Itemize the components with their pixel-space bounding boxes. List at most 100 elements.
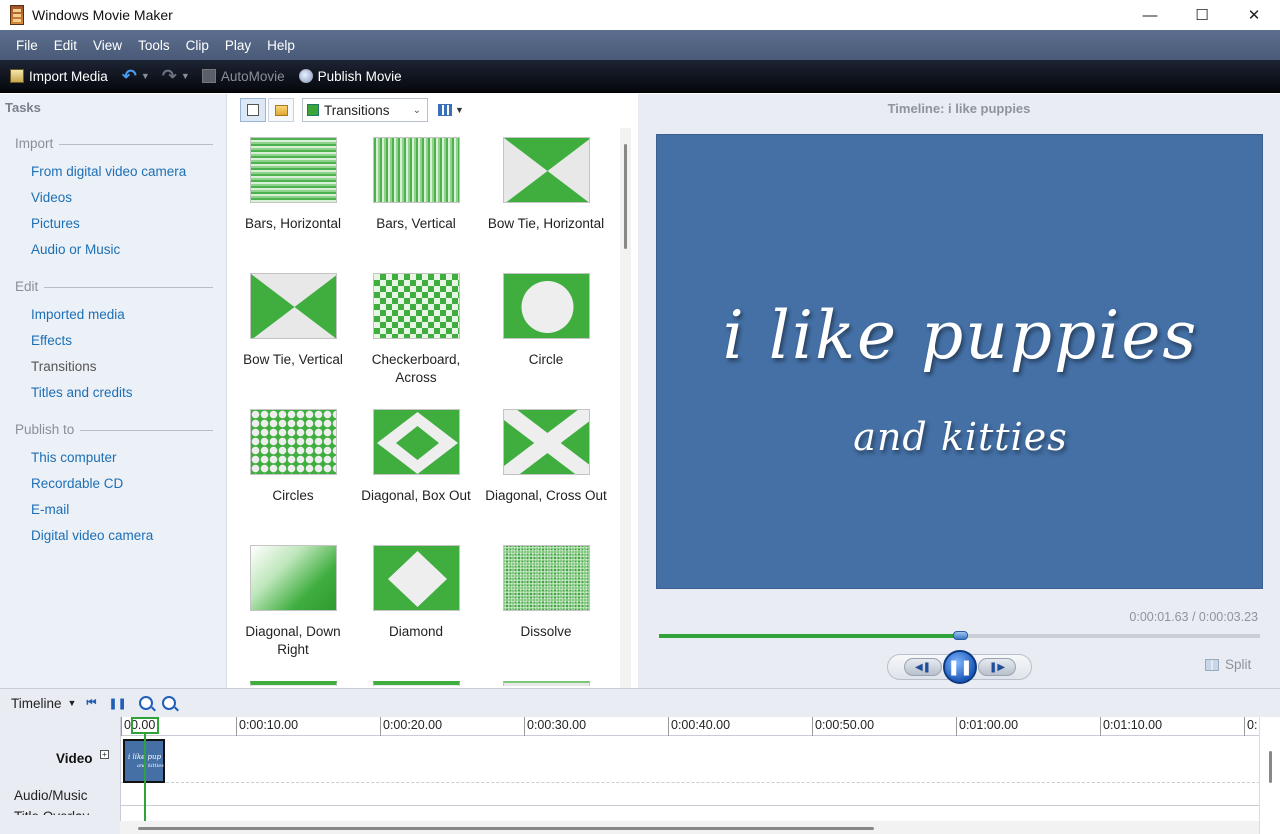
transition-tile[interactable]: Checkerboard, Across — [351, 273, 481, 387]
ruler-tick: 0:00:10.00 — [236, 717, 298, 736]
timeline-vertical-scrollbar[interactable] — [1259, 717, 1280, 834]
menu-tools[interactable]: Tools — [130, 38, 178, 53]
zoom-in-icon[interactable] — [138, 696, 153, 710]
split-label: Split — [1225, 657, 1252, 672]
seek-bar-handle[interactable] — [952, 631, 968, 640]
zoom-out-icon[interactable] — [161, 696, 176, 710]
task-this-computer[interactable]: This computer — [31, 450, 117, 465]
preview-timecode: 0:00:01.63 / 0:00:03.23 — [1129, 610, 1258, 624]
menu-clip[interactable]: Clip — [178, 38, 217, 53]
tasks-pane: Tasks Import From digital video camera V… — [0, 94, 227, 688]
bars-horizontal-thumbnail — [249, 137, 337, 203]
preview-title-line1: i like puppies — [722, 297, 1199, 374]
transition-tile[interactable]: Bars, Vertical — [351, 137, 481, 233]
maximize-button[interactable]: ☐ — [1176, 0, 1228, 30]
tasks-pane-toggle-button[interactable] — [240, 98, 266, 122]
menu-bar: File Edit View Tools Clip Play Help — [0, 30, 1280, 60]
tile-label: Diagonal, Cross Out — [485, 488, 607, 503]
video-track[interactable]: i like pup and kitties — [121, 737, 1259, 783]
task-effects[interactable]: Effects — [31, 333, 72, 348]
previous-frame-button[interactable]: ◀❚ — [904, 658, 942, 676]
task-imported-media[interactable]: Imported media — [31, 307, 125, 322]
playhead-marker[interactable] — [131, 717, 159, 734]
transition-tile[interactable] — [481, 681, 611, 686]
menu-view[interactable]: View — [85, 38, 130, 53]
menu-play[interactable]: Play — [217, 38, 259, 53]
next-frame-button[interactable]: ❚▶ — [978, 658, 1016, 676]
timeline-view-dropdown-icon[interactable]: ▼ — [68, 698, 77, 708]
task-videos[interactable]: Videos — [31, 190, 72, 205]
close-button[interactable]: ✕ — [1228, 0, 1280, 30]
seek-bar[interactable] — [659, 631, 1260, 640]
collection-select-value: Transitions — [324, 102, 390, 118]
partial-thumbnail — [372, 681, 460, 686]
task-pictures[interactable]: Pictures — [31, 216, 80, 231]
transition-tile[interactable] — [228, 681, 358, 686]
publish-movie-button[interactable]: Publish Movie — [298, 69, 402, 84]
split-button[interactable]: Split — [1205, 657, 1251, 672]
import-media-button[interactable]: Import Media — [10, 69, 108, 84]
automovie-button[interactable]: AutoMovie — [201, 68, 285, 84]
publish-movie-icon — [298, 69, 313, 83]
transition-tile[interactable]: Diagonal, Cross Out — [481, 409, 611, 505]
diagonal-cross-out-thumbnail — [502, 409, 590, 475]
partial-thumbnail — [502, 681, 590, 686]
timeline-ruler[interactable]: 00.00 0:00:10.00 0:00:20.00 0:00:30.00 0… — [121, 717, 1259, 736]
transition-tile[interactable]: Bars, Horizontal — [228, 137, 358, 233]
rewind-timeline-icon[interactable]: ⏮ — [86, 697, 96, 710]
transition-tile[interactable]: Diagonal, Down Right — [228, 545, 358, 659]
partial-thumbnail — [249, 681, 337, 686]
transition-tile[interactable]: Bow Tie, Vertical — [228, 273, 358, 369]
dissolve-thumbnail — [502, 545, 590, 611]
transition-tile[interactable]: Circle — [481, 273, 611, 369]
transition-tile[interactable]: Diamond — [351, 545, 481, 641]
task-audio-or-music[interactable]: Audio or Music — [31, 242, 120, 257]
preview-monitor: i like puppies and kitties — [656, 134, 1263, 589]
ruler-tick: 0:00:40.00 — [668, 717, 730, 736]
transition-tile[interactable]: Circles — [228, 409, 358, 505]
expand-video-track-icon[interactable]: + — [100, 750, 109, 759]
collection-scrollbar-thumb[interactable] — [624, 144, 627, 249]
task-from-digital-video-camera[interactable]: From digital video camera — [31, 164, 186, 179]
collection-select[interactable]: Transitions ⌄ — [302, 98, 428, 122]
import-media-icon — [10, 69, 24, 83]
redo-icon[interactable]: ↷ — [162, 66, 177, 87]
transition-tile[interactable]: Bow Tie, Horizontal — [481, 137, 611, 233]
pause-button[interactable]: ❚❚ — [943, 650, 977, 684]
undo-icon[interactable]: ↶ — [122, 66, 137, 87]
timeline-horizontal-scrollbar[interactable] — [120, 821, 1259, 834]
transition-tile[interactable]: Dissolve — [481, 545, 611, 641]
task-e-mail[interactable]: E-mail — [31, 502, 69, 517]
view-options-button[interactable]: ▼ — [438, 104, 464, 116]
task-titles-and-credits[interactable]: Titles and credits — [31, 385, 133, 400]
transition-tile[interactable] — [351, 681, 481, 686]
timeline-vertical-scrollbar-thumb[interactable] — [1269, 751, 1272, 783]
playhead-line[interactable] — [144, 734, 146, 821]
collections-button[interactable] — [268, 98, 294, 122]
timeline-tracks-area[interactable]: 00.00 0:00:10.00 0:00:20.00 0:00:30.00 0… — [120, 717, 1259, 821]
minimize-button[interactable]: — — [1124, 0, 1176, 30]
transitions-icon — [307, 104, 319, 116]
playback-controls: ◀❚ ❚❚ ❚▶ — [887, 650, 1032, 684]
preview-title: Timeline: i like puppies — [887, 101, 1031, 116]
audio-music-track[interactable] — [121, 784, 1259, 806]
tile-label: Circle — [528, 352, 564, 367]
bow-tie-vertical-thumbnail — [249, 273, 337, 339]
task-digital-video-camera[interactable]: Digital video camera — [31, 528, 153, 543]
automovie-label: AutoMovie — [220, 68, 285, 84]
menu-file[interactable]: File — [8, 38, 46, 53]
transition-tile[interactable]: Diagonal, Box Out — [351, 409, 481, 505]
group-edit-label: Edit — [15, 279, 39, 294]
menu-edit[interactable]: Edit — [46, 38, 85, 53]
task-recordable-cd[interactable]: Recordable CD — [31, 476, 123, 491]
undo-dropdown-icon[interactable]: ▼ — [141, 71, 150, 81]
preview-pane: Timeline: i like puppies i like puppies … — [638, 94, 1280, 688]
collection-scrollbar[interactable] — [620, 128, 631, 688]
timeline-horizontal-scrollbar-thumb[interactable] — [138, 827, 874, 830]
tile-label: Circles — [272, 488, 314, 503]
pause-timeline-icon[interactable]: ❚❚ — [108, 697, 126, 710]
menu-help[interactable]: Help — [259, 38, 303, 53]
redo-dropdown-icon[interactable]: ▼ — [181, 71, 190, 81]
timeline-view-label[interactable]: Timeline — [11, 696, 62, 711]
task-transitions[interactable]: Transitions — [31, 359, 97, 374]
